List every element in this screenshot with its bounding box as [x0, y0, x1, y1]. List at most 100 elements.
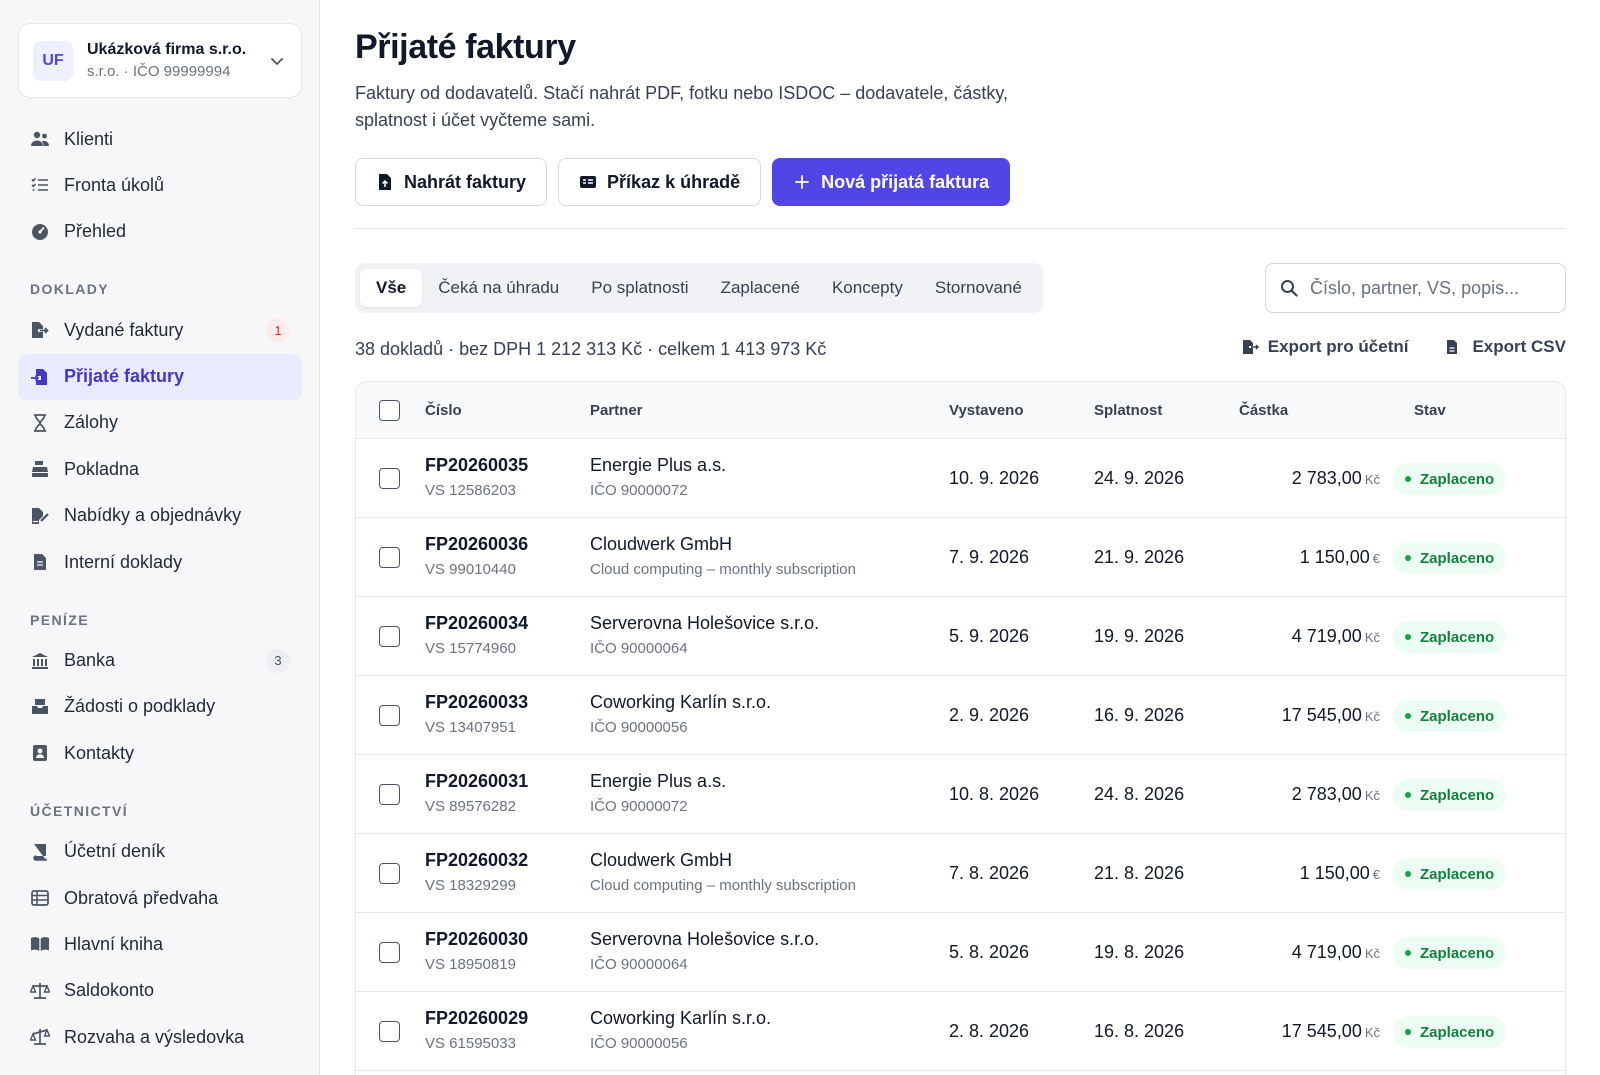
tab-stornovane[interactable]: Stornované — [919, 269, 1038, 307]
search-box — [1265, 263, 1566, 313]
tab-koncepty[interactable]: Koncepty — [816, 269, 919, 307]
search-input[interactable] — [1310, 277, 1550, 299]
sidebar-item-hlavni-kniha[interactable]: Hlavní kniha — [18, 921, 302, 967]
status-badge: Zaplaceno — [1393, 542, 1507, 574]
status-badge: Zaplaceno — [1393, 463, 1507, 495]
row-checkbox[interactable] — [379, 863, 400, 884]
row-checkbox[interactable] — [379, 626, 400, 647]
sidebar-item-prijate-faktury[interactable]: Přijaté faktury — [18, 353, 302, 400]
table-row[interactable]: FP20260032 VS 18329299 Cloudwerk GmbH Clou… — [356, 834, 1565, 913]
invoice-number[interactable]: FP20260030 — [425, 929, 528, 950]
sidebar-item-banka[interactable]: Banka 3 — [18, 638, 302, 684]
status-dot-icon — [1405, 871, 1411, 877]
variable-symbol: VS 18950819 — [425, 956, 516, 973]
export-csv-button[interactable]: Export CSV — [1446, 337, 1566, 357]
sidebar-item-rozvaha-vysledovka[interactable]: Rozvaha a výsledovka — [18, 1014, 302, 1060]
row-checkbox[interactable] — [379, 784, 400, 805]
tab-zaplacene[interactable]: Zaplacené — [705, 269, 816, 307]
chevron-down-icon[interactable] — [267, 51, 287, 71]
row-checkbox[interactable] — [379, 705, 400, 726]
company-switcher[interactable]: UF Ukázková firma s.r.o. s.r.o. · IČO 99… — [18, 23, 302, 98]
invoice-number[interactable]: FP20260035 — [425, 455, 528, 476]
due-date: 24. 8. 2026 — [1094, 784, 1185, 804]
table-row[interactable]: FP20260034 VS 15774960 Serverovna Holešov… — [356, 597, 1565, 676]
sidebar-item-zalohy[interactable]: Zálohy — [18, 400, 302, 446]
amount-cell: 1 150,00 € — [1300, 547, 1380, 568]
invoice-number[interactable]: FP20260032 — [425, 850, 528, 871]
file-signature-icon — [30, 506, 50, 526]
invoice-number[interactable]: FP20260034 — [425, 613, 528, 634]
company-info: Ukázková firma s.r.o. s.r.o. · IČO 99999… — [87, 41, 267, 80]
status-badge: Zaplaceno — [1393, 937, 1507, 969]
invoice-number-cell: FP20260033 VS 13407951 — [425, 692, 528, 736]
invoice-number[interactable]: FP20260029 — [425, 1008, 528, 1029]
variable-symbol: VS 99010440 — [425, 561, 516, 578]
status-label: Zaplaceno — [1420, 628, 1495, 646]
sidebar-item-prehled[interactable]: Přehled — [18, 209, 302, 255]
currency: € — [1372, 551, 1380, 566]
partner-name: Serverovna Holešovice s.r.o. — [590, 929, 820, 949]
column-header-issued[interactable]: Vystaveno — [949, 402, 1023, 419]
partner-cell: Serverovna Holešovice s.r.o. IČO 90000064 — [590, 929, 819, 973]
payment-card-icon — [579, 173, 597, 191]
table-row[interactable]: FP20260031 VS 89576282 Energie Plus a.s. I… — [356, 755, 1565, 834]
invoice-number[interactable]: FP20260036 — [425, 534, 528, 555]
row-checkbox[interactable] — [379, 468, 400, 489]
sidebar-item-zadosti-o-podklady[interactable]: Žádosti o podklady — [18, 684, 302, 730]
invoice-number-cell: FP20260032 VS 18329299 — [425, 850, 528, 894]
sidebar-item-label: Účetní deník — [64, 841, 166, 862]
sidebar-item-ucetni-denik[interactable]: Účetní deník — [18, 829, 302, 875]
table-list-icon — [30, 888, 50, 908]
amount-value: 2 783,00 — [1291, 784, 1362, 804]
new-received-invoice-button[interactable]: Nová přijatá faktura — [772, 158, 1011, 206]
sidebar-item-label: Žádosti o podklady — [64, 696, 216, 717]
sidebar-item-saldokonto[interactable]: Saldokonto — [18, 968, 302, 1014]
sidebar-item-klienti[interactable]: Klienti — [18, 116, 302, 162]
scale-balanced-icon — [30, 981, 50, 1001]
table-row[interactable]: FP20260029 VS 61595033 Coworking Karlín s… — [356, 992, 1565, 1071]
amount-value: 1 150,00 — [1299, 547, 1370, 567]
export-accountant-button[interactable]: Export pro účetní — [1242, 337, 1408, 357]
tab-vse[interactable]: Vše — [360, 269, 423, 307]
invoice-number-cell: FP20260034 VS 15774960 — [425, 613, 528, 657]
invoice-number[interactable]: FP20260033 — [425, 692, 528, 713]
table-row[interactable]: FP20260036 VS 99010440 Cloudwerk GmbH Clou… — [356, 518, 1565, 597]
invoice-number-cell: FP20260031 VS 89576282 — [425, 771, 528, 815]
status-dot-icon — [1405, 713, 1411, 719]
row-checkbox[interactable] — [379, 1021, 400, 1042]
sidebar-item-obratova-predvaha[interactable]: Obratová předvaha — [18, 875, 302, 921]
partner-detail: IČO 90000056 — [590, 719, 688, 736]
sidebar-item-label: Obratová předvaha — [64, 887, 219, 908]
column-header-status[interactable]: Stav — [1414, 402, 1446, 419]
status-dot-icon — [1405, 950, 1411, 956]
tab-ceka-na-uhradu[interactable]: Čeká na úhradu — [422, 269, 575, 307]
invoice-number[interactable]: FP20260031 — [425, 771, 528, 792]
column-header-due[interactable]: Splatnost — [1094, 402, 1162, 419]
select-all-checkbox[interactable] — [379, 400, 400, 421]
payment-order-button[interactable]: Příkaz k úhradě — [558, 158, 762, 206]
sidebar-item-nabidky-objednavky[interactable]: Nabídky a objednávky — [18, 493, 302, 539]
tab-po-splatnosti[interactable]: Po splatnosti — [575, 269, 704, 307]
status-badge: Zaplaceno — [1393, 621, 1507, 653]
table-row[interactable]: FP20260030 VS 18950819 Serverovna Holešov… — [356, 913, 1565, 992]
sidebar-item-fronta-ukolu[interactable]: Fronta úkolů — [18, 162, 302, 208]
table-row[interactable]: FP20260035 VS 12586203 Energie Plus a.s. I… — [356, 439, 1565, 518]
sidebar-item-interni-doklady[interactable]: Interní doklady — [18, 539, 302, 585]
partner-name: Serverovna Holešovice s.r.o. — [590, 613, 820, 633]
invoice-number-cell: FP20260029 VS 61595033 — [425, 1008, 528, 1052]
column-header-number[interactable]: Číslo — [425, 402, 462, 419]
variable-symbol: VS 89576282 — [425, 798, 516, 815]
dashboard-gauge-icon — [30, 222, 50, 242]
status-label: Zaplaceno — [1420, 865, 1495, 883]
task-list-icon — [30, 175, 50, 195]
row-checkbox[interactable] — [379, 942, 400, 963]
sidebar-item-kontakty[interactable]: Kontakty — [18, 730, 302, 776]
sidebar-item-pokladna[interactable]: Pokladna — [18, 446, 302, 492]
table-row[interactable]: FP20260033 VS 13407951 Coworking Karlín s… — [356, 676, 1565, 755]
column-header-amount[interactable]: Částka — [1239, 402, 1288, 419]
row-checkbox[interactable] — [379, 547, 400, 568]
upload-invoices-button[interactable]: Nahrát faktury — [355, 158, 548, 206]
column-header-partner[interactable]: Partner — [590, 402, 643, 419]
invoice-number-cell: FP20260030 VS 18950819 — [425, 929, 528, 973]
sidebar-item-vydane-faktury[interactable]: Vydané faktury 1 — [18, 307, 302, 353]
